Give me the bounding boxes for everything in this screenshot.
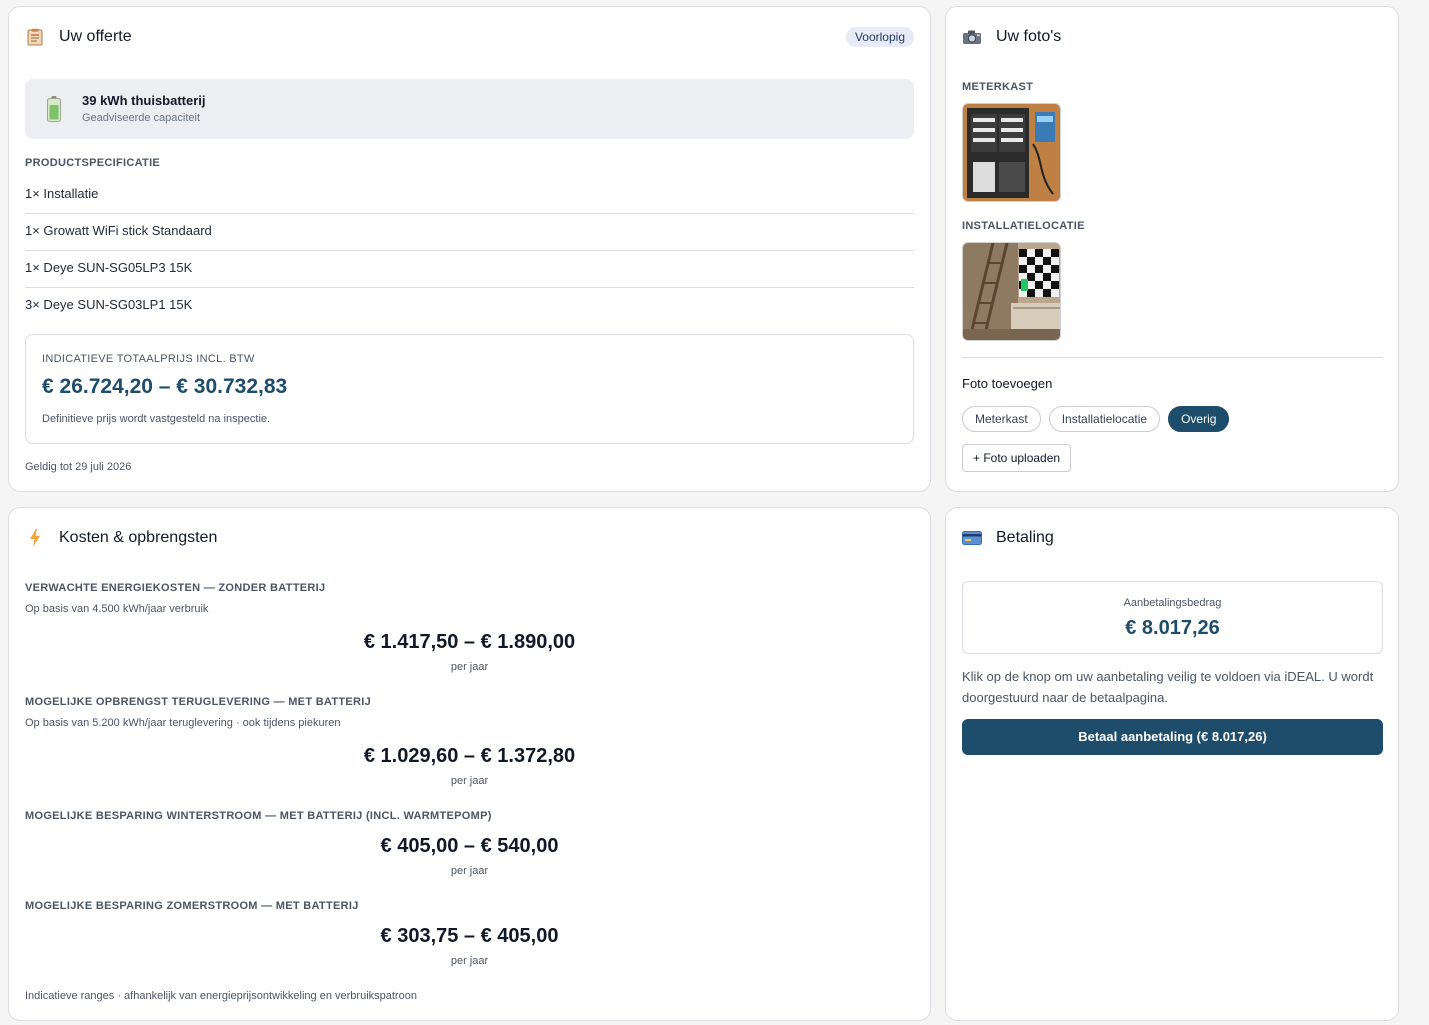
payment-card: Betaling Aanbetalingsbedrag € 8.017,26 K… xyxy=(945,507,1399,1021)
cost-item-value: € 1.417,50 – € 1.890,00 xyxy=(363,631,576,653)
deposit-box: Aanbetalingsbedrag € 8.017,26 xyxy=(962,581,1383,654)
costs-header: Kosten & opbrengsten xyxy=(25,528,217,548)
cost-item-subtitle: Op basis van 5.200 kWh/jaar terugleverin… xyxy=(25,717,341,729)
upload-photo-button[interactable]: + Foto uploaden xyxy=(962,444,1072,472)
cost-item-title: MOGELIJKE OPBRENGST TERUGLEVERING — MET … xyxy=(25,696,372,708)
cost-item-title: VERWACHTE ENERGIEKOSTEN — ZONDER BATTERI… xyxy=(25,582,326,594)
deposit-label: Aanbetalingsbedrag xyxy=(1123,597,1222,609)
cost-item-value: € 405,00 – € 540,00 xyxy=(380,835,559,857)
cost-item-value: € 1.029,60 – € 1.372,80 xyxy=(363,745,576,767)
chip-installatielocatie[interactable]: Installatielocatie xyxy=(1048,406,1161,432)
cost-item: MOGELIJKE OPBRENGST TERUGLEVERING — MET … xyxy=(25,696,914,796)
cost-item-subtitle: Op basis van 4.500 kWh/jaar verbruik xyxy=(25,603,209,615)
pay-deposit-button[interactable]: Betaal aanbetaling (€ 8.017,26) xyxy=(962,719,1383,755)
list-item: 1× Installatie xyxy=(25,177,914,214)
photos-title: Uw foto's xyxy=(996,28,1062,45)
cost-item-unit: per jaar xyxy=(450,955,489,967)
camera-icon xyxy=(962,27,982,47)
cost-item: MOGELIJKE BESPARING ZOMERSTROOM — MET BA… xyxy=(25,900,914,980)
payment-title: Betaling xyxy=(996,529,1054,546)
offer-header: Uw offerte xyxy=(25,27,132,47)
cost-item-unit: per jaar xyxy=(450,661,489,673)
offer-title: Uw offerte xyxy=(59,28,132,45)
add-photo-label: Foto toevoegen xyxy=(962,376,1053,391)
chip-meterkast[interactable]: Meterkast xyxy=(962,406,1041,432)
costs-title: Kosten & opbrengsten xyxy=(59,529,218,546)
cost-item-unit: per jaar xyxy=(450,865,489,877)
spec-section-label: PRODUCTSPECIFICATIE xyxy=(25,157,161,169)
photos-header: Uw foto's xyxy=(962,27,1061,47)
offer-card: Uw offerte Voorlopig 39 kWh thuisbatteri… xyxy=(8,6,931,492)
lightning-icon xyxy=(25,528,45,548)
battery-icon xyxy=(47,96,61,127)
total-price-range: € 26.724,20 – € 30.732,83 xyxy=(42,375,288,398)
meterkast-photo[interactable] xyxy=(962,103,1061,202)
installatielocatie-label: INSTALLATIELOCATIE xyxy=(962,220,1085,232)
list-item: 1× Growatt WiFi stick Standaard xyxy=(25,214,914,251)
photos-card: Uw foto's METERKAST INSTALLATIELOCATIE F… xyxy=(945,6,1399,492)
product-subtitle: Geadviseerde capaciteit xyxy=(82,112,201,124)
product-summary: 39 kWh thuisbatterij Geadviseerde capaci… xyxy=(25,79,914,139)
cost-item-unit: per jaar xyxy=(450,775,489,787)
product-name: 39 kWh thuisbatterij xyxy=(82,93,206,108)
cost-item: MOGELIJKE BESPARING WINTERSTROOM — MET B… xyxy=(25,810,914,890)
meterkast-label: METERKAST xyxy=(962,81,1034,93)
cost-item-title: MOGELIJKE BESPARING ZOMERSTROOM — MET BA… xyxy=(25,900,359,912)
clipboard-icon xyxy=(25,27,45,47)
divider xyxy=(962,357,1383,358)
list-item: 3× Deye SUN-SG03LP1 15K xyxy=(25,297,193,312)
total-price-note: Definitieve prijs wordt vastgesteld na i… xyxy=(42,413,271,425)
costs-card: Kosten & opbrengsten VERWACHTE ENERGIEKO… xyxy=(8,507,931,1021)
valid-until: Geldig tot 29 juli 2026 xyxy=(25,461,132,473)
payment-header: Betaling xyxy=(962,528,1054,548)
total-price-box: INDICATIEVE TOTAALPRIJS INCL. BTW € 26.7… xyxy=(25,334,914,444)
chip-overig[interactable]: Overig xyxy=(1168,406,1230,432)
list-item: 1× Deye SUN-SG05LP3 15K xyxy=(25,251,914,288)
payment-description: Klik op de knop om uw aanbetaling veilig… xyxy=(962,669,1374,705)
photo-category-chips: Meterkast Installatielocatie Overig xyxy=(962,406,1230,432)
status-badge: Voorlopig xyxy=(845,27,914,47)
cost-item: VERWACHTE ENERGIEKOSTEN — ZONDER BATTERI… xyxy=(25,582,914,682)
spec-list: 1× Installatie 1× Growatt WiFi stick Sta… xyxy=(25,177,914,325)
cost-item-title: MOGELIJKE BESPARING WINTERSTROOM — MET B… xyxy=(25,810,492,822)
cost-item-value: € 303,75 – € 405,00 xyxy=(380,925,559,947)
costs-footer: Indicatieve ranges · afhankelijk van ene… xyxy=(25,990,417,1002)
deposit-amount: € 8.017,26 xyxy=(1125,617,1220,639)
credit-card-icon xyxy=(962,528,982,548)
installatielocatie-photo[interactable] xyxy=(962,242,1061,341)
total-price-label: INDICATIEVE TOTAALPRIJS INCL. BTW xyxy=(42,353,255,365)
